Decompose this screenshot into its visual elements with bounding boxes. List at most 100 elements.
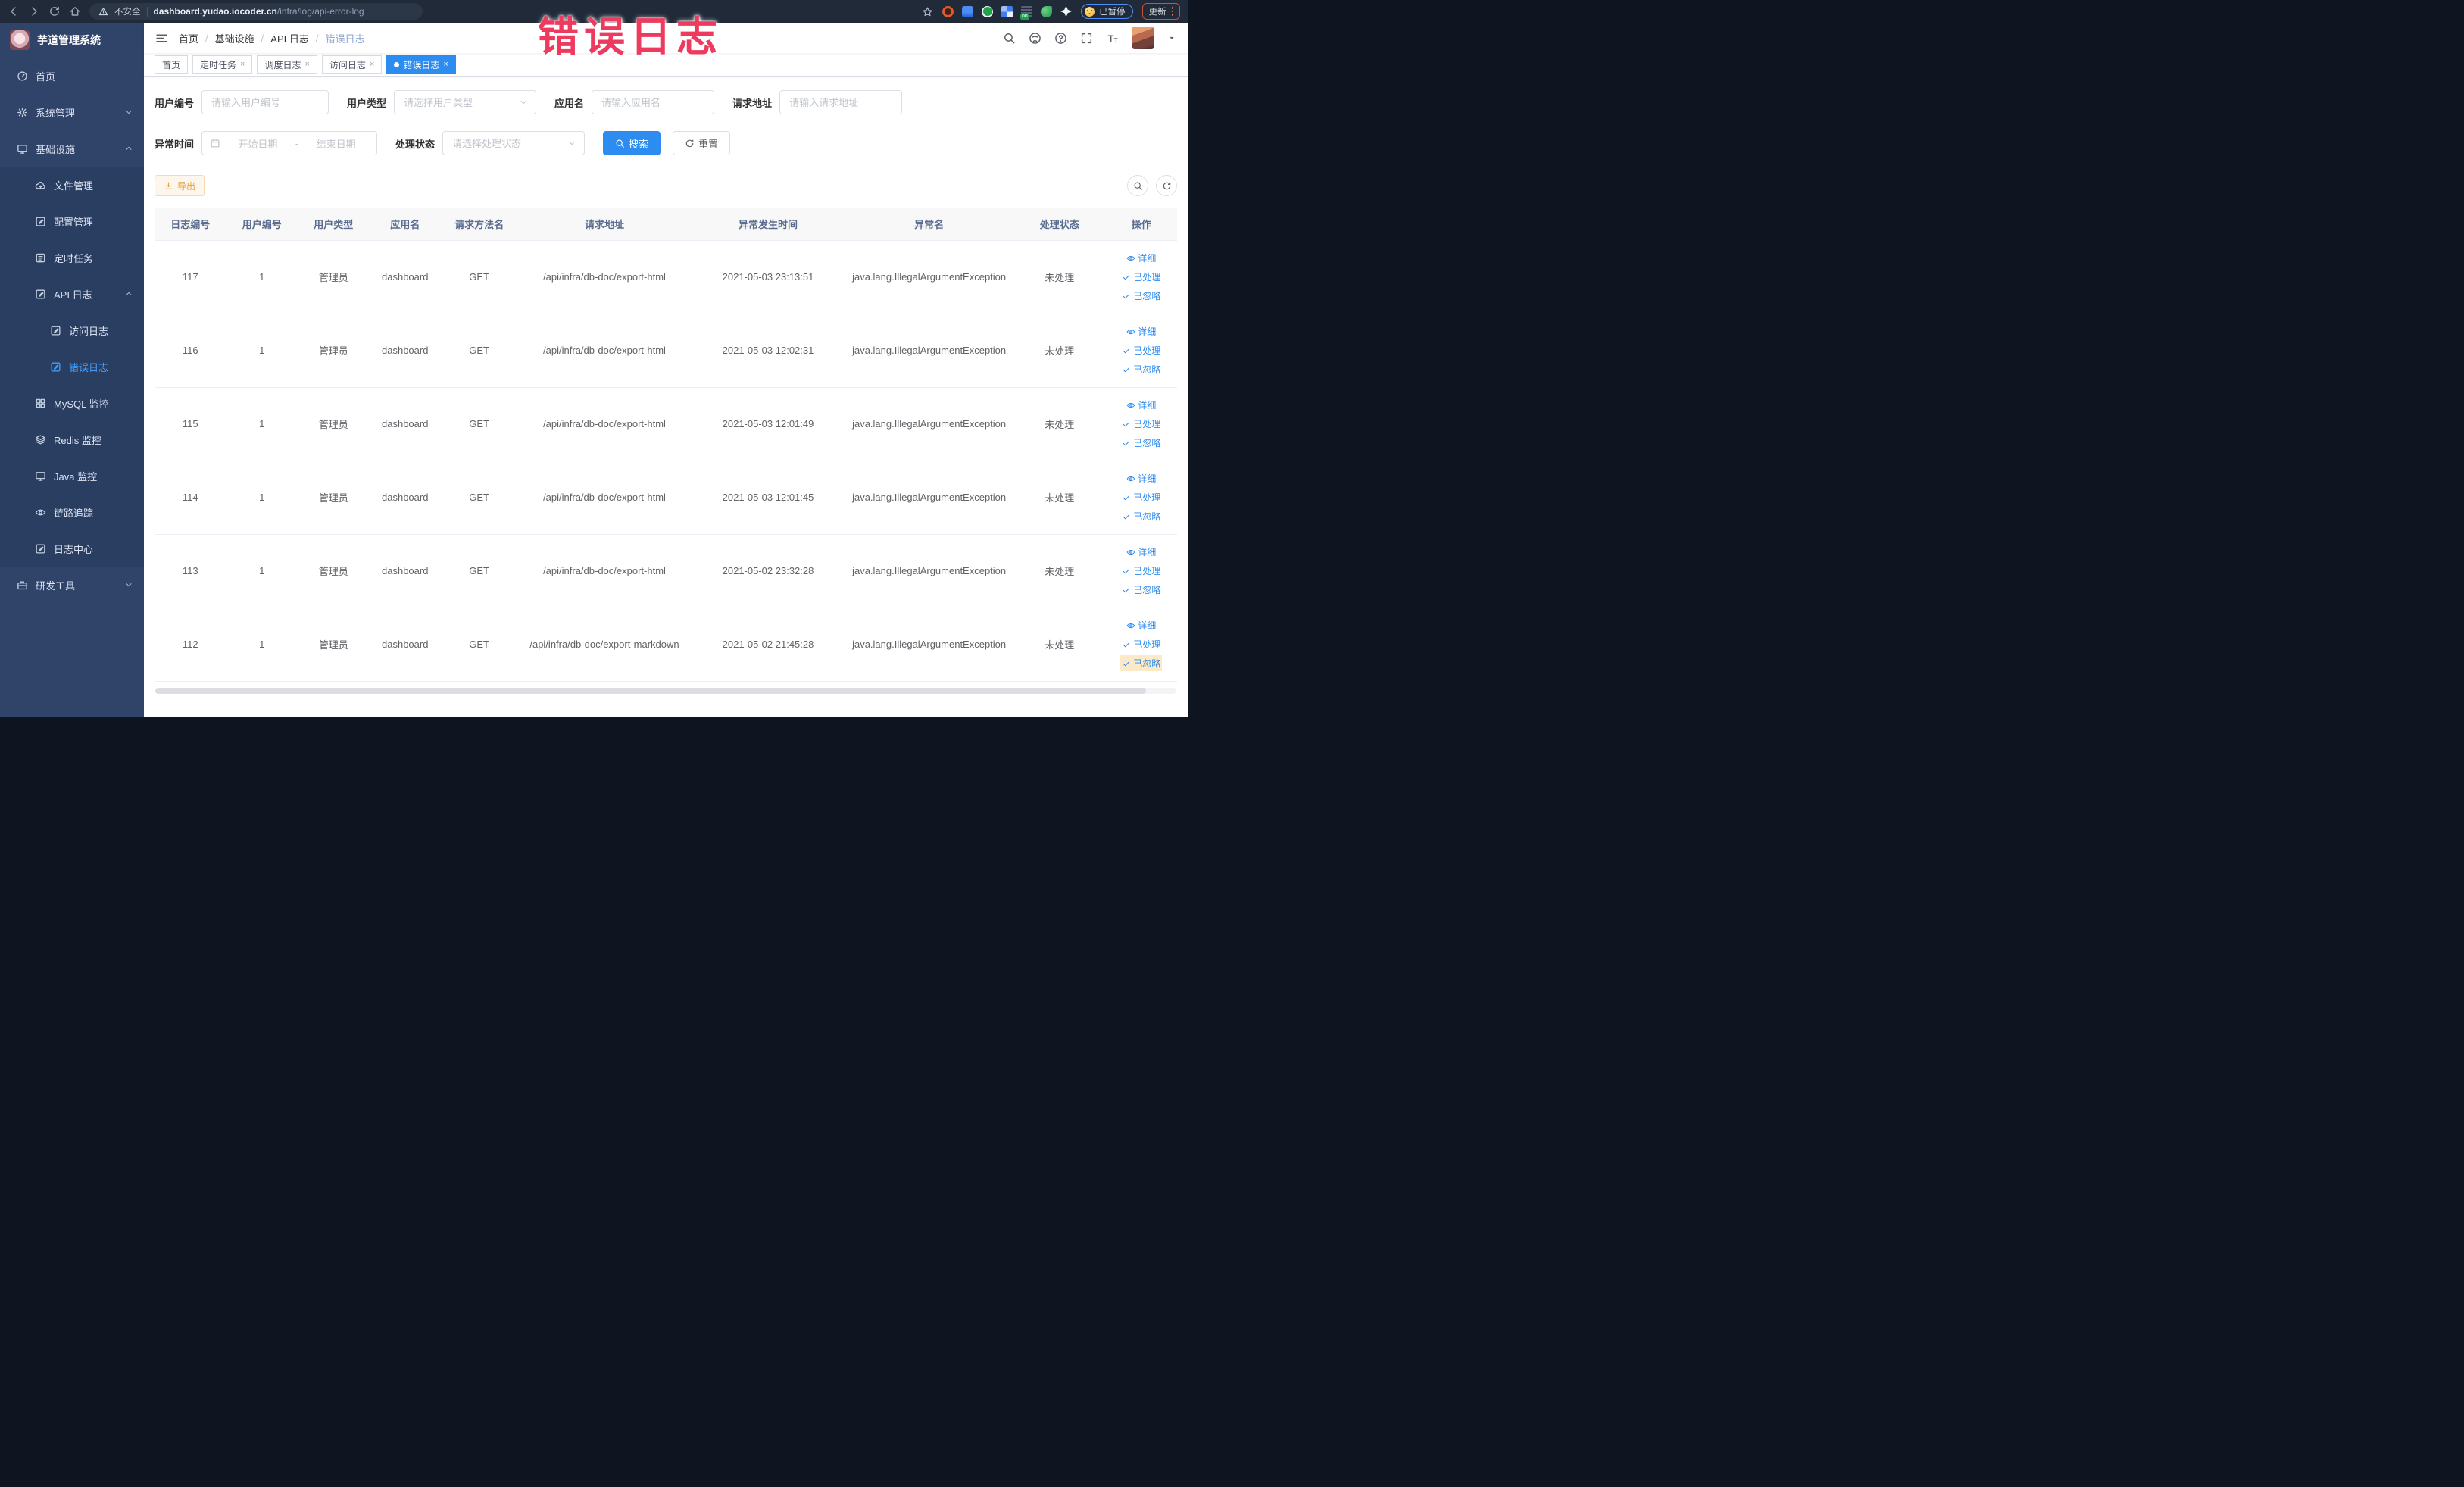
check-icon xyxy=(1122,493,1131,502)
not-secure-warning-icon[interactable] xyxy=(98,7,108,17)
export-button[interactable]: 导出 xyxy=(155,175,205,196)
tab-调度日志[interactable]: 调度日志 × xyxy=(257,55,317,74)
detail-link[interactable]: 详细 xyxy=(1126,398,1156,411)
user-id-input[interactable] xyxy=(210,95,321,109)
horizontal-scrollbar[interactable] xyxy=(155,687,1176,694)
detail-link[interactable]: 详细 xyxy=(1126,325,1156,338)
ignored-link-label: 已忽略 xyxy=(1133,658,1161,669)
ignored-link[interactable]: 已忽略 xyxy=(1122,436,1160,449)
field-process-status: 处理状态 xyxy=(395,131,586,155)
process-status-select-input[interactable] xyxy=(451,136,564,150)
breadcrumb-api-log[interactable]: API 日志 xyxy=(270,31,309,45)
extension-green-leaf-icon[interactable] xyxy=(1041,5,1052,17)
sidebar-item-redis-monitor[interactable]: Redis 监控 xyxy=(0,421,144,458)
address-bar[interactable]: 不安全 dashboard.yudao.iocoder.cn/infra/log… xyxy=(89,3,423,20)
breadcrumb-infrastructure[interactable]: 基础设施 xyxy=(215,31,255,45)
paused-extension-pill[interactable]: 已暂停 xyxy=(1081,4,1133,19)
ignored-link[interactable]: 已忽略 xyxy=(1122,363,1160,376)
sidebar-item-system-management[interactable]: 系统管理 xyxy=(0,94,144,130)
processed-link[interactable]: 已处理 xyxy=(1122,270,1160,283)
browser-reload-icon[interactable] xyxy=(48,5,61,17)
user-menu-caret-icon[interactable] xyxy=(1167,33,1176,42)
processed-link[interactable]: 已处理 xyxy=(1122,638,1160,651)
cell-time: 2021-05-02 21:45:28 xyxy=(691,608,845,682)
sidebar-item-java-monitor[interactable]: Java 监控 xyxy=(0,458,144,494)
user-type-select[interactable] xyxy=(394,90,537,114)
tab-label: 首页 xyxy=(162,59,181,70)
sidebar-item-error-log[interactable]: 错误日志 xyxy=(0,348,144,385)
end-date-placeholder[interactable]: 结束日期 xyxy=(303,136,369,151)
sidebar-item-access-log[interactable]: 访问日志 xyxy=(0,312,144,348)
detail-link[interactable]: 详细 xyxy=(1126,251,1156,264)
processed-link[interactable]: 已处理 xyxy=(1122,491,1160,504)
sidebar-item-file-management[interactable]: 文件管理 xyxy=(0,167,144,203)
tab-首页[interactable]: 首页 xyxy=(155,55,189,74)
extension-orange-ring-icon[interactable] xyxy=(942,5,954,17)
request-url-input[interactable] xyxy=(788,95,895,109)
tab-错误日志[interactable]: 错误日志 × xyxy=(386,55,456,74)
detail-link[interactable]: 详细 xyxy=(1126,472,1156,485)
browser-back-icon[interactable] xyxy=(8,5,20,17)
ignored-link[interactable]: 已忽略 xyxy=(1122,289,1160,302)
sidebar-item-label: 访问日志 xyxy=(69,325,109,337)
detail-link[interactable]: 详细 xyxy=(1126,619,1156,632)
header-search-icon[interactable] xyxy=(1003,32,1016,45)
extension-green-check-icon[interactable] xyxy=(982,5,993,17)
sidebar-item-home[interactable]: 首页 xyxy=(0,58,144,94)
extension-on-badge-icon[interactable] xyxy=(1020,5,1032,20)
help-icon[interactable] xyxy=(1054,32,1067,45)
horizontal-scrollbar-thumb[interactable] xyxy=(155,687,1146,694)
sidebar-item-scheduled-tasks[interactable]: 定时任务 xyxy=(0,239,144,276)
font-size-icon[interactable]: TT xyxy=(1106,32,1119,45)
search-button[interactable]: 搜索 xyxy=(603,131,661,155)
app-name-input[interactable] xyxy=(600,95,707,109)
tab-定时任务[interactable]: 定时任务 × xyxy=(192,55,253,74)
user-type-select-input[interactable] xyxy=(402,95,515,109)
close-tab-icon[interactable]: × xyxy=(304,60,309,69)
app-logo-row[interactable]: 芋道管理系统 xyxy=(0,23,144,58)
date-range-picker[interactable]: 开始日期 - 结束日期 xyxy=(201,131,378,155)
processed-link[interactable]: 已处理 xyxy=(1122,417,1160,430)
sidebar-item-dev-tools[interactable]: 研发工具 xyxy=(0,567,144,603)
close-tab-icon[interactable]: × xyxy=(370,60,374,69)
detail-link[interactable]: 详细 xyxy=(1126,545,1156,558)
sidebar-item-log-center[interactable]: 日志中心 xyxy=(0,530,144,567)
date-range-separator: - xyxy=(295,137,299,149)
user-avatar[interactable] xyxy=(1132,27,1154,49)
processed-link[interactable]: 已处理 xyxy=(1122,344,1160,357)
refresh-table-button[interactable] xyxy=(1156,175,1177,196)
extension-blue-shield-icon[interactable] xyxy=(962,5,973,17)
process-status-select[interactable] xyxy=(442,131,586,155)
sidebar-item-infrastructure[interactable]: 基础设施 xyxy=(0,130,144,167)
browser-update-button[interactable]: 更新 xyxy=(1141,3,1180,20)
ignored-link[interactable]: 已忽略 xyxy=(1122,510,1160,523)
sidebar-item-api-log[interactable]: API 日志 xyxy=(0,276,144,312)
browser-forward-icon[interactable] xyxy=(28,5,40,17)
github-icon[interactable] xyxy=(1029,32,1042,45)
extension-blue-grid-icon[interactable] xyxy=(1001,5,1013,17)
ignored-link[interactable]: 已忽略 xyxy=(1122,583,1160,596)
sidebar-item-config-management[interactable]: 配置管理 xyxy=(0,203,144,239)
browser-menu-icon[interactable] xyxy=(1171,7,1173,16)
ignored-link[interactable]: 已忽略 xyxy=(1122,657,1161,670)
sidebar-item-trace[interactable]: 链路追踪 xyxy=(0,494,144,530)
show-search-button[interactable] xyxy=(1127,175,1148,196)
reset-button[interactable]: 重置 xyxy=(673,131,731,155)
cell-user_id: 1 xyxy=(226,387,298,461)
processed-link[interactable]: 已处理 xyxy=(1122,564,1160,577)
sidebar-item-mysql-monitor[interactable]: MySQL 监控 xyxy=(0,385,144,421)
field-app-name: 应用名 xyxy=(554,90,715,114)
tab-访问日志[interactable]: 访问日志 × xyxy=(321,55,383,74)
eye-icon xyxy=(1126,621,1135,630)
close-tab-icon[interactable]: × xyxy=(443,60,448,69)
breadcrumb-home[interactable]: 首页 xyxy=(179,31,198,45)
bookmark-star-icon[interactable] xyxy=(922,6,933,17)
tags-view-bar: 首页 定时任务 × 调度日志 × 访问日志 × 错误日志 × xyxy=(144,53,1188,77)
collapse-sidebar-icon[interactable] xyxy=(155,32,168,45)
close-tab-icon[interactable]: × xyxy=(240,60,245,69)
extension-pinwheel-icon[interactable] xyxy=(1060,5,1072,17)
fullscreen-icon[interactable] xyxy=(1080,32,1093,45)
user-id-label: 用户编号 xyxy=(155,97,195,109)
start-date-placeholder[interactable]: 开始日期 xyxy=(225,136,291,151)
browser-home-icon[interactable] xyxy=(69,5,81,17)
